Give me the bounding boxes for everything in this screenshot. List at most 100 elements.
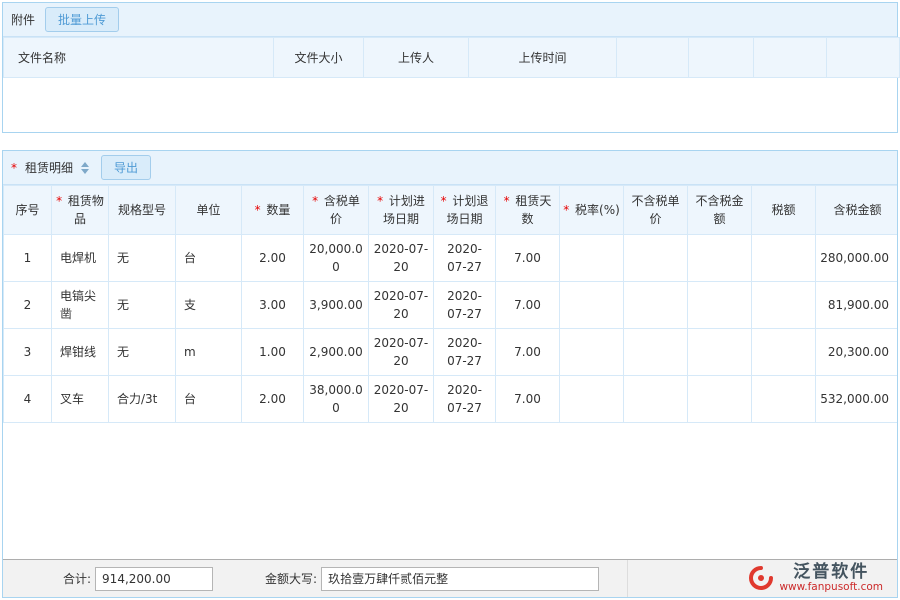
rental-column-header: 不含税金额 — [688, 186, 752, 235]
attachment-column-header: 文件大小 — [274, 38, 364, 78]
table-row[interactable]: 2电镐尖凿无支3.003,900.002020-07-202020-07-277… — [4, 282, 899, 329]
table-cell — [624, 282, 688, 329]
table-cell: 1 — [4, 235, 52, 282]
required-mark: * — [504, 194, 514, 208]
export-button[interactable]: 导出 — [101, 155, 151, 180]
table-cell: 280,000.00 — [816, 235, 899, 282]
rental-panel: * 租赁明细 导出 序号* 租赁物品规格型号单位* 数量* 含税单价* 计划进场… — [2, 150, 898, 598]
table-cell: 2020-07-27 — [434, 329, 496, 376]
table-cell — [752, 376, 816, 423]
table-cell — [752, 235, 816, 282]
attachment-title: 附件 — [11, 11, 35, 28]
rental-empty-area — [3, 423, 897, 559]
rental-column-header: 序号 — [4, 186, 52, 235]
table-cell: 532,000.00 — [816, 376, 899, 423]
table-cell: 81,900.00 — [816, 282, 899, 329]
rental-column-header: 单位 — [176, 186, 242, 235]
attachment-column-header: 上传人 — [364, 38, 469, 78]
table-row[interactable]: 3焊钳线无m1.002,900.002020-07-202020-07-277.… — [4, 329, 899, 376]
table-cell — [688, 235, 752, 282]
rental-column-header: * 计划进场日期 — [369, 186, 434, 235]
table-cell: 2,900.00 — [304, 329, 369, 376]
required-mark: * — [563, 203, 573, 217]
table-cell: 叉车 — [52, 376, 109, 423]
table-cell: 3 — [4, 329, 52, 376]
amount-words-input[interactable] — [321, 567, 599, 591]
table-cell: 无 — [109, 235, 176, 282]
table-cell: 7.00 — [496, 376, 560, 423]
rental-column-header: 税额 — [752, 186, 816, 235]
table-cell: 7.00 — [496, 329, 560, 376]
attachment-header-row: 文件名称文件大小上传人上传时间 — [4, 38, 900, 78]
attachment-column-header: 文件名称 — [4, 38, 274, 78]
attachment-column-header — [754, 38, 827, 78]
table-cell — [688, 282, 752, 329]
table-cell: 3,900.00 — [304, 282, 369, 329]
rental-column-header: * 含税单价 — [304, 186, 369, 235]
sort-icon[interactable] — [81, 162, 89, 174]
table-cell: 2.00 — [242, 376, 304, 423]
table-row[interactable]: 1电焊机无台2.0020,000.002020-07-202020-07-277… — [4, 235, 899, 282]
rental-column-header: * 数量 — [242, 186, 304, 235]
table-cell: 20,000.00 — [304, 235, 369, 282]
table-cell: 台 — [176, 235, 242, 282]
table-cell — [688, 329, 752, 376]
rental-column-header: * 税率(%) — [560, 186, 624, 235]
required-mark: * — [312, 194, 322, 208]
table-cell: 支 — [176, 282, 242, 329]
brand-watermark: 泛普软件 www.fanpusoft.com — [749, 563, 889, 593]
summary-footer: 合计: 金额大写: 泛普软件 www.fanpusoft.com — [3, 559, 897, 597]
brand-logo-icon — [749, 566, 773, 590]
brand-name: 泛普软件 — [793, 563, 869, 582]
table-cell — [624, 235, 688, 282]
table-cell: 2020-07-27 — [434, 376, 496, 423]
brand-text: 泛普软件 www.fanpusoft.com — [779, 563, 883, 593]
footer-divider — [627, 560, 628, 597]
rental-column-header: 规格型号 — [109, 186, 176, 235]
table-cell: 38,000.00 — [304, 376, 369, 423]
table-cell — [560, 235, 624, 282]
amount-words-label: 金额大写: — [265, 570, 317, 587]
table-cell — [624, 329, 688, 376]
total-input[interactable] — [95, 567, 213, 591]
table-cell: 电焊机 — [52, 235, 109, 282]
table-cell: 2020-07-27 — [434, 235, 496, 282]
table-cell: 20,300.00 — [816, 329, 899, 376]
rental-table-body: 1电焊机无台2.0020,000.002020-07-202020-07-277… — [4, 235, 899, 423]
table-cell: 合力/3t — [109, 376, 176, 423]
table-cell: 3.00 — [242, 282, 304, 329]
rental-column-header: * 租赁物品 — [52, 186, 109, 235]
batch-upload-button[interactable]: 批量上传 — [45, 7, 119, 32]
required-mark: * — [377, 194, 387, 208]
rental-header-row: 序号* 租赁物品规格型号单位* 数量* 含税单价* 计划进场日期* 计划退场日期… — [4, 186, 899, 235]
table-cell: 2020-07-20 — [369, 376, 434, 423]
attachment-column-header: 上传时间 — [469, 38, 617, 78]
table-cell: 4 — [4, 376, 52, 423]
table-row[interactable]: 4叉车合力/3t台2.0038,000.002020-07-202020-07-… — [4, 376, 899, 423]
rental-column-header: 含税金额 — [816, 186, 899, 235]
table-cell: 2020-07-20 — [369, 235, 434, 282]
sort-down-arrow-icon — [81, 169, 89, 174]
table-cell: 2.00 — [242, 235, 304, 282]
table-cell — [560, 329, 624, 376]
table-cell: 2020-07-27 — [434, 282, 496, 329]
required-mark: * — [11, 161, 17, 175]
table-cell: 无 — [109, 329, 176, 376]
rental-column-header: * 租赁天数 — [496, 186, 560, 235]
rental-table: 序号* 租赁物品规格型号单位* 数量* 含税单价* 计划进场日期* 计划退场日期… — [3, 185, 898, 423]
required-mark: * — [441, 194, 451, 208]
table-cell: 台 — [176, 376, 242, 423]
rental-header-bar: * 租赁明细 导出 — [3, 151, 897, 185]
table-cell: 1.00 — [242, 329, 304, 376]
table-cell: 7.00 — [496, 235, 560, 282]
attachment-header-bar: 附件 批量上传 — [3, 3, 897, 37]
table-cell — [688, 376, 752, 423]
attachment-column-header — [617, 38, 689, 78]
attachment-empty-area — [3, 78, 897, 132]
rental-column-header: * 计划退场日期 — [434, 186, 496, 235]
table-cell — [752, 282, 816, 329]
table-cell — [752, 329, 816, 376]
table-cell — [624, 376, 688, 423]
table-cell: 2020-07-20 — [369, 282, 434, 329]
table-cell — [560, 376, 624, 423]
